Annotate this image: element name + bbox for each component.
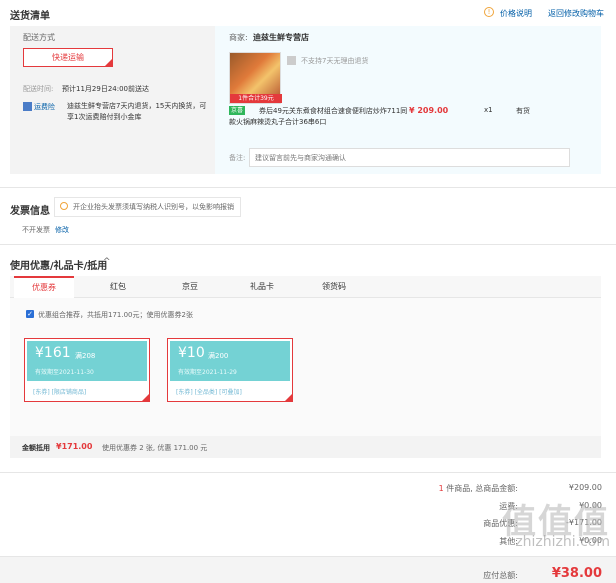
no-return-icon <box>287 56 296 65</box>
watermark: 值值值 zhizhizhi.com <box>460 494 610 554</box>
payable-label: 应付总额: <box>483 571 518 580</box>
product-stock: 有货 <box>516 107 530 115</box>
tab-coupons[interactable]: 优惠券 <box>14 276 74 298</box>
product-price: ¥ 209.00 <box>409 106 449 115</box>
coupon-validity: 有效期至2021-11-30 <box>35 369 94 376</box>
coupon-validity: 有效期至2021-11-29 <box>178 369 237 376</box>
tab-jingdou[interactable]: 京豆 <box>160 276 220 298</box>
invoice-title: 发票信息 <box>10 206 50 217</box>
discount-sum-text: 使用优惠券 2 张, 优惠 171.00 元 <box>102 444 208 452</box>
discount-sum-value: ¥171.00 <box>56 442 93 451</box>
product-name[interactable]: 券后49元关东煮食材组合速食便利店炒炸711同款火锅麻辣烫丸子合计36串6口 <box>229 106 414 128</box>
shipping-time-value: 预计11月29日24:00前送达 <box>62 85 149 93</box>
product-panel: 商家: 迪兹生鲜专营店 1件合计39元 不支持7天无理由退货 京喜 券后49元关… <box>215 26 601 174</box>
goods-count: 1 <box>438 484 444 493</box>
coupon-tags: [东券] [全品类] [可叠加] <box>176 389 242 396</box>
product-image[interactable]: 1件合计39元 <box>229 52 282 104</box>
coupon-amount: ¥161 <box>35 345 71 361</box>
shipping-method-button[interactable]: 快递运输 <box>23 48 113 67</box>
selected-corner-icon <box>105 59 112 66</box>
selected-corner-icon <box>285 394 292 401</box>
combo-text: 优惠组合推荐，共抵用171.00元；使用优惠券2张 <box>38 311 193 319</box>
shipping-time-label: 配送时间: <box>23 85 54 93</box>
coupon-card[interactable]: ¥161 满208 有效期至2021-11-30 [东券] [限店铺商品] <box>24 338 150 402</box>
info-icon: ! <box>484 7 494 17</box>
invoice-modify-link[interactable]: 修改 <box>55 225 69 235</box>
goods-amount: ¥209.00 <box>568 483 602 492</box>
shipping-panel: 配送方式 快递运输 配送时间: 预计11月29日24:00前送达 运费险 迪兹生… <box>10 26 215 174</box>
divider <box>0 244 616 245</box>
page-title: 送货清单 <box>10 11 50 22</box>
divider <box>0 472 616 473</box>
remark-label: 备注: <box>229 154 246 162</box>
goods-count-text: 件商品, 总商品金额: <box>446 484 518 493</box>
selected-corner-icon <box>142 394 149 401</box>
insurance-text: 迪兹生鲜专营店7天内退货，15天内换货，可享1次运费赔付到小金库 <box>67 102 207 121</box>
shipping-method-value: 快递运输 <box>52 53 84 62</box>
tab-gift-card[interactable]: 礼品卡 <box>232 276 292 298</box>
tip-bulb-icon <box>60 202 68 210</box>
discount-sum-label: 金额抵用 <box>22 444 50 452</box>
remark-input[interactable] <box>249 148 570 167</box>
product-qty: x1 <box>484 106 493 114</box>
product-badge: 1件合计39元 <box>230 94 282 103</box>
seller-label: 商家: <box>229 33 248 42</box>
coupon-tags: [东券] [限店铺商品] <box>33 389 87 396</box>
seller-name[interactable]: 迪兹生鲜专营店 <box>253 32 309 43</box>
invoice-value: 不开发票 <box>22 226 50 234</box>
goods-count-line: 1 件商品, 总商品金额: <box>439 483 518 494</box>
payable-bar <box>0 556 616 583</box>
invoice-tip-text: 开企业抬头发票须填写纳税人识别号，以免影响报销 <box>73 203 234 211</box>
price-help-link[interactable]: 价格说明 <box>500 8 532 19</box>
chevron-up-icon[interactable]: ^ <box>103 257 111 267</box>
watermark-url: zhizhizhi.com <box>515 534 610 550</box>
insurance-icon <box>23 102 32 111</box>
invoice-tip: 开企业抬头发票须填写纳税人识别号，以免影响报销 <box>54 197 241 217</box>
tab-red-packet[interactable]: 红包 <box>88 276 148 298</box>
discount-sum-bar <box>10 436 601 458</box>
back-to-cart-link[interactable]: 返回修改购物车 <box>548 8 604 19</box>
insurance-label[interactable]: 运费险 <box>34 102 55 112</box>
no-return-text: 不支持7天无理由退货 <box>301 57 369 65</box>
coupon-card[interactable]: ¥10 满200 有效期至2021-11-29 [东券] [全品类] [可叠加] <box>167 338 293 402</box>
discount-tabs: 优惠券 红包 京豆 礼品卡 领货码 <box>10 276 601 298</box>
coupon-face: ¥161 满208 有效期至2021-11-30 <box>27 341 147 381</box>
divider <box>0 187 616 188</box>
coupon-condition: 满200 <box>208 352 229 360</box>
coupon-condition: 满208 <box>75 352 96 360</box>
discount-title[interactable]: 使用优惠/礼品卡/抵用 <box>10 257 107 272</box>
combo-checkbox[interactable]: ✓ <box>26 310 34 318</box>
shipping-method-label: 配送方式 <box>23 33 55 42</box>
tab-pickup-code[interactable]: 领货码 <box>304 276 364 298</box>
coupon-face: ¥10 满200 有效期至2021-11-29 <box>170 341 290 381</box>
payable-value: ¥38.00 <box>551 566 602 581</box>
coupon-amount: ¥10 <box>178 345 205 361</box>
